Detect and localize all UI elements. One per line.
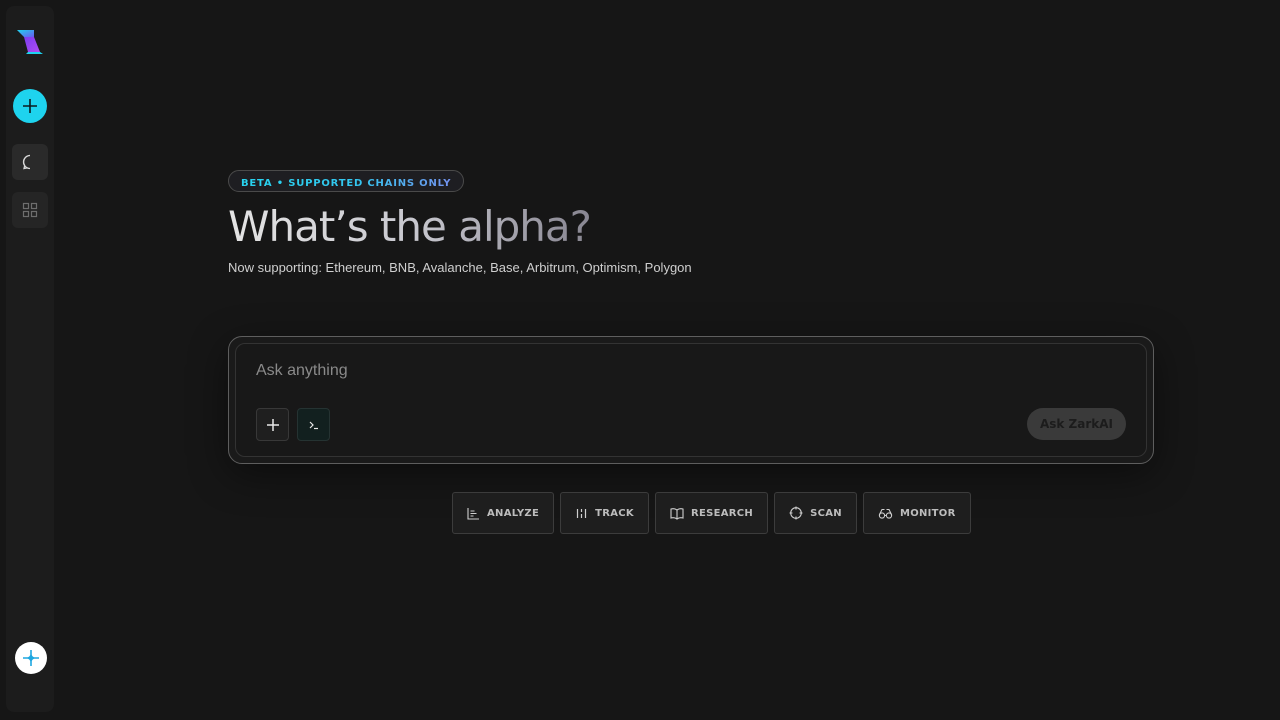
terminal-icon bbox=[309, 421, 318, 429]
bar-chart-icon bbox=[467, 507, 479, 520]
research-button[interactable]: RESEARCH bbox=[654, 492, 769, 534]
track-label: TRACK bbox=[595, 507, 634, 519]
ask-button[interactable]: Ask ZarkAI bbox=[1026, 408, 1126, 440]
command-button[interactable] bbox=[297, 408, 330, 441]
beta-badge-label: BETA • SUPPORTED CHAINS ONLY bbox=[229, 174, 463, 196]
chat-bubble-icon bbox=[22, 154, 31, 170]
new-chat-button[interactable] bbox=[13, 89, 47, 123]
track-button[interactable]: TRACK bbox=[560, 492, 649, 534]
analyze-button[interactable]: ANALYZE bbox=[452, 492, 555, 534]
prompt-inner: Ask ZarkAI bbox=[235, 343, 1147, 457]
plus-icon bbox=[266, 418, 279, 431]
action-bar: ANALYZE TRACK RESEARCH SCAN MONITOR bbox=[452, 492, 971, 534]
monitor-label: MONITOR bbox=[899, 507, 956, 519]
prompt-input[interactable] bbox=[256, 362, 956, 380]
page-title: What’s the alpha? bbox=[228, 202, 692, 252]
sparkle-icon bbox=[23, 650, 39, 666]
beta-badge: BETA • SUPPORTED CHAINS ONLY bbox=[228, 170, 465, 192]
chat-history-button[interactable] bbox=[12, 144, 48, 180]
logo-icon[interactable] bbox=[16, 28, 44, 54]
research-label: RESEARCH bbox=[690, 507, 754, 519]
scan-button[interactable]: SCAN bbox=[774, 492, 857, 534]
prompt-box: Ask ZarkAI bbox=[228, 336, 1154, 464]
assistant-button[interactable] bbox=[15, 642, 47, 674]
crosshair-icon bbox=[789, 506, 803, 520]
supported-chains-text: Now supporting: Ethereum, BNB, Avalanche… bbox=[228, 260, 692, 275]
track-icon bbox=[576, 508, 587, 518]
analyze-label: ANALYZE bbox=[487, 507, 540, 519]
hero: BETA • SUPPORTED CHAINS ONLY What’s the … bbox=[228, 170, 692, 275]
book-icon bbox=[670, 507, 684, 520]
monitor-button[interactable]: MONITOR bbox=[862, 492, 971, 534]
binoculars-icon bbox=[878, 508, 893, 519]
attach-button[interactable] bbox=[256, 408, 289, 441]
sidebar bbox=[6, 6, 54, 712]
grid-icon bbox=[22, 202, 38, 218]
plus-icon bbox=[23, 99, 37, 113]
scan-label: SCAN bbox=[810, 507, 842, 519]
apps-button[interactable] bbox=[12, 192, 48, 228]
